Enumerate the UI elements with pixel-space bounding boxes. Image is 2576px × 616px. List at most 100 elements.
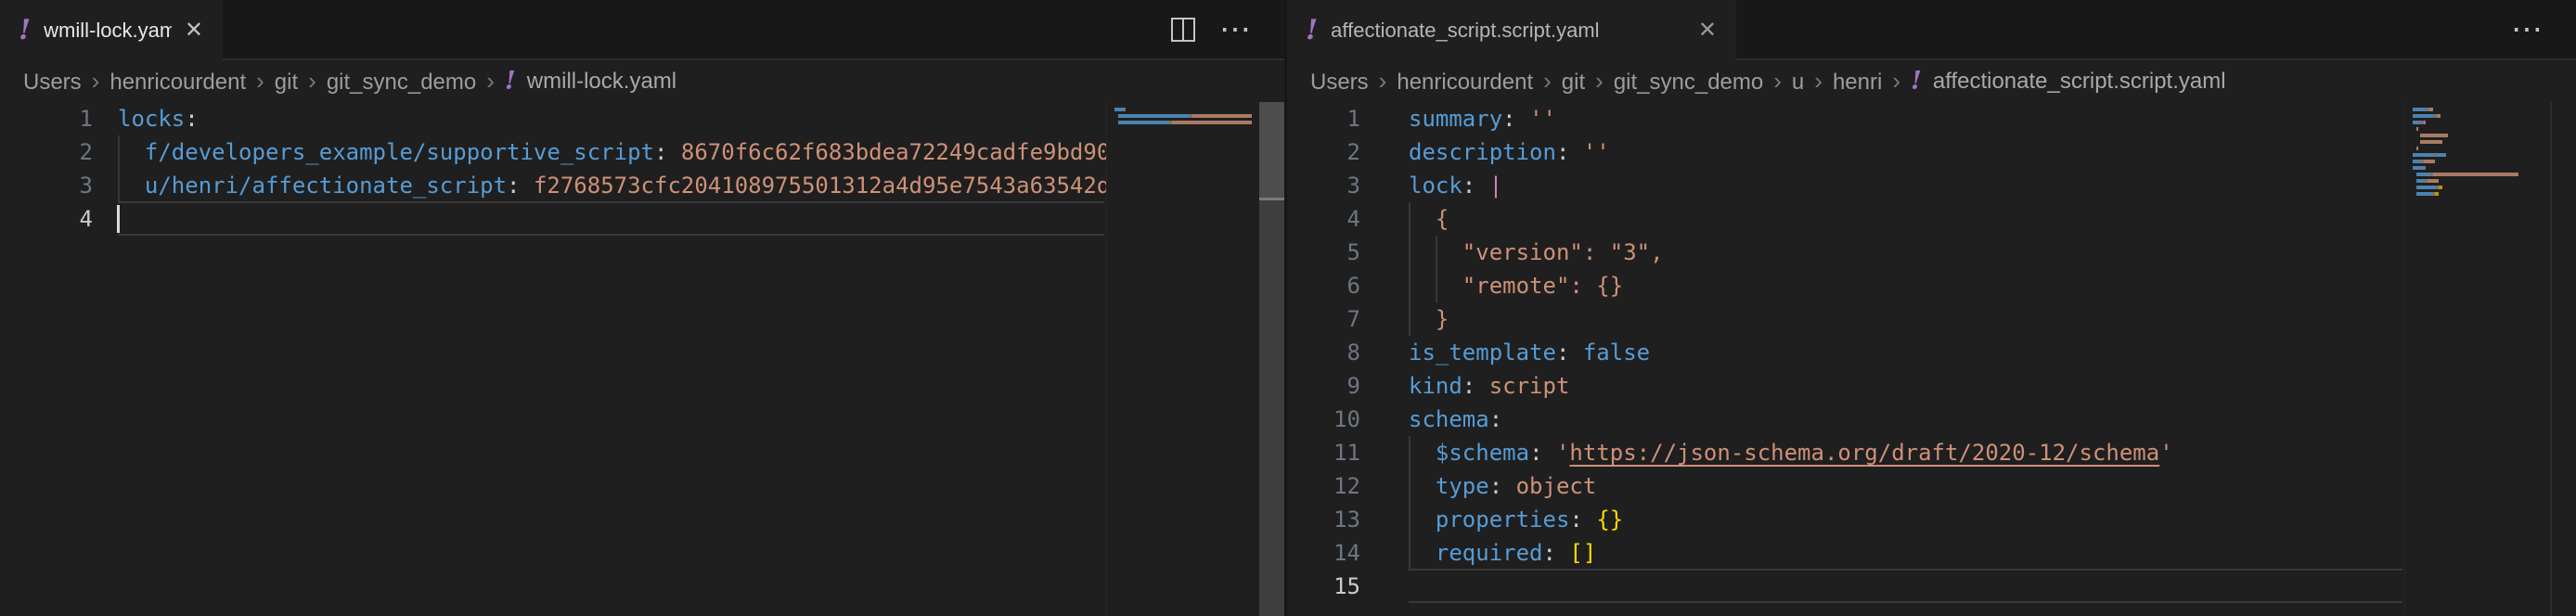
line-number: 11 — [1287, 436, 1360, 469]
vertical-scrollbar[interactable] — [2550, 102, 2576, 616]
indent-guide — [1409, 202, 1410, 336]
code-line[interactable]: 10schema: — [1287, 403, 2404, 436]
breadcrumb-item[interactable]: git_sync_demo — [327, 70, 476, 95]
breadcrumb-file[interactable]: ! affectionate_script.script.yaml — [1911, 69, 2226, 95]
code-lines: 1locks:2 f/developers_example/supportive… — [0, 102, 1106, 236]
breadcrumb-item[interactable]: henricourdent — [109, 70, 246, 95]
close-tab-icon[interactable]: ✕ — [1685, 19, 1717, 42]
code-line[interactable]: 4 { — [1287, 202, 2404, 236]
editor-group-right: ! affectionate_script.script.yaml ✕ ⋯ Us… — [1287, 0, 2576, 616]
code-line[interactable]: 2description: '' — [1287, 135, 2404, 169]
code-line[interactable]: 3lock: | — [1287, 169, 2404, 202]
code-line[interactable]: 12 type: object — [1287, 469, 2404, 503]
breadcrumb-item[interactable]: henri — [1833, 70, 1882, 95]
code-line[interactable]: 14 required: [] — [1287, 536, 2404, 570]
code-line[interactable]: 5 "version": "3", — [1287, 236, 2404, 269]
code-text: $schema: 'https://json-schema.org/draft/… — [1360, 436, 2404, 469]
tab-label: affectionate_script.script.yaml — [1331, 19, 1599, 43]
yaml-file-icon: ! — [1306, 17, 1318, 45]
breadcrumb-item[interactable]: git_sync_demo — [1614, 70, 1763, 95]
line-number: 3 — [0, 169, 93, 202]
minimap[interactable] — [2404, 102, 2550, 616]
code-text: "remote": {} — [1360, 269, 2404, 302]
code-text: description: '' — [1360, 135, 2404, 169]
breadcrumb-separator-icon: › — [92, 67, 100, 95]
code-line[interactable]: 7 } — [1287, 302, 2404, 336]
close-tab-icon[interactable]: ✕ — [172, 19, 203, 42]
code-editor[interactable]: 1summary: ''2description: ''3lock: |4 {5… — [1287, 102, 2576, 616]
code-line[interactable]: 11 $schema: 'https://json-schema.org/dra… — [1287, 436, 2404, 469]
breadcrumb-items: Users›henricourdent›git›git_sync_demo›u›… — [1310, 67, 1911, 96]
breadcrumb-items: Users›henricourdent›git›git_sync_demo› — [23, 67, 505, 96]
yaml-file-icon: ! — [19, 17, 31, 45]
code-line[interactable]: 13 properties: {} — [1287, 503, 2404, 536]
code-text: type: object — [1360, 469, 2404, 503]
breadcrumb-file-label: affectionate_script.script.yaml — [1933, 69, 2226, 95]
code-text: "version": "3", — [1360, 236, 2404, 269]
yaml-file-icon: ! — [1911, 69, 1922, 94]
text-cursor — [117, 205, 120, 233]
code-line[interactable]: 15 — [1287, 570, 2404, 603]
code-text: properties: {} — [1360, 503, 2404, 536]
line-number: 1 — [0, 102, 93, 135]
line-number: 9 — [1287, 369, 1360, 403]
line-number: 6 — [1287, 269, 1360, 302]
code-line[interactable]: 1summary: '' — [1287, 102, 2404, 135]
line-number: 15 — [1287, 570, 1360, 603]
code-text: { — [1360, 202, 2404, 236]
split-editor-icon[interactable] — [1171, 18, 1195, 42]
code-line[interactable]: 1locks: — [0, 102, 1106, 135]
editor-workbench: ! wmill-lock.yaml ✕ ⋯ Users › henricourden… — [0, 0, 2576, 616]
breadcrumb-file[interactable]: ! wmill-lock.yaml — [505, 69, 676, 95]
code-editor[interactable]: 1locks:2 f/developers_example/supportive… — [0, 102, 1284, 616]
line-number: 14 — [1287, 536, 1360, 570]
breadcrumb-item[interactable]: Users — [23, 70, 82, 95]
code-line[interactable]: 6 "remote": {} — [1287, 269, 2404, 302]
indent-guide — [1409, 436, 1410, 570]
vertical-scrollbar[interactable] — [1259, 102, 1284, 616]
code-lines: 1summary: ''2description: ''3lock: |4 {5… — [1287, 102, 2404, 603]
code-text — [1360, 570, 2404, 603]
breadcrumb-separator-icon: › — [1543, 67, 1552, 95]
breadcrumb-separator-icon: › — [256, 67, 264, 95]
breadcrumb-item[interactable]: git — [275, 70, 298, 95]
tab-wmill-lock-yaml[interactable]: ! wmill-lock.yaml ✕ — [0, 0, 223, 60]
code-text: schema: — [1360, 403, 2404, 436]
line-number: 10 — [1287, 403, 1360, 436]
breadcrumb-item[interactable]: henricourdent — [1397, 70, 1533, 95]
line-number: 2 — [1287, 135, 1360, 169]
code-text: } — [1360, 302, 2404, 336]
code-line[interactable]: 3 u/henri/affectionate_script: f2768573c… — [0, 169, 1106, 202]
code-text: locks: — [93, 102, 1106, 135]
tab-bar-right: ! affectionate_script.script.yaml ✕ ⋯ — [1287, 0, 2576, 60]
tab-bar-actions: ⋯ — [2511, 0, 2576, 58]
minimap[interactable] — [1106, 102, 1259, 616]
breadcrumb-item[interactable]: Users — [1310, 70, 1369, 95]
breadcrumb-separator-icon: › — [1814, 67, 1823, 95]
tab-affectionate-script-yaml[interactable]: ! affectionate_script.script.yaml ✕ — [1287, 0, 1736, 60]
breadcrumb-item[interactable]: u — [1792, 70, 1804, 95]
breadcrumb-item[interactable]: git — [1562, 70, 1585, 95]
indent-guide — [118, 135, 120, 202]
breadcrumb-separator-icon: › — [308, 67, 316, 95]
line-number: 8 — [1287, 336, 1360, 369]
tab-label: wmill-lock.yaml — [44, 19, 172, 43]
code-line[interactable]: 9kind: script — [1287, 369, 2404, 403]
code-text: kind: script — [1360, 369, 2404, 403]
line-number: 13 — [1287, 503, 1360, 536]
breadcrumb-separator-icon: › — [1379, 67, 1387, 95]
more-actions-icon[interactable]: ⋯ — [1219, 18, 1253, 42]
code-text: u/henri/affectionate_script: f2768573cfc… — [93, 169, 1106, 202]
code-text: required: [] — [1360, 536, 2404, 570]
breadcrumb-file-label: wmill-lock.yaml — [527, 69, 676, 95]
code-line[interactable]: 4 — [0, 202, 1106, 236]
tab-bar-actions: ⋯ — [1171, 0, 1284, 58]
code-line[interactable]: 2 f/developers_example/supportive_script… — [0, 135, 1106, 169]
more-actions-icon[interactable]: ⋯ — [2511, 18, 2544, 42]
code-line[interactable]: 8is_template: false — [1287, 336, 2404, 369]
code-text: f/developers_example/supportive_script: … — [93, 135, 1106, 169]
breadcrumb: Users›henricourdent›git›git_sync_demo› !… — [0, 60, 1284, 102]
code-text: lock: | — [1360, 169, 2404, 202]
breadcrumb-separator-icon: › — [1892, 67, 1900, 95]
scrollbar-slider[interactable] — [1259, 102, 1284, 200]
